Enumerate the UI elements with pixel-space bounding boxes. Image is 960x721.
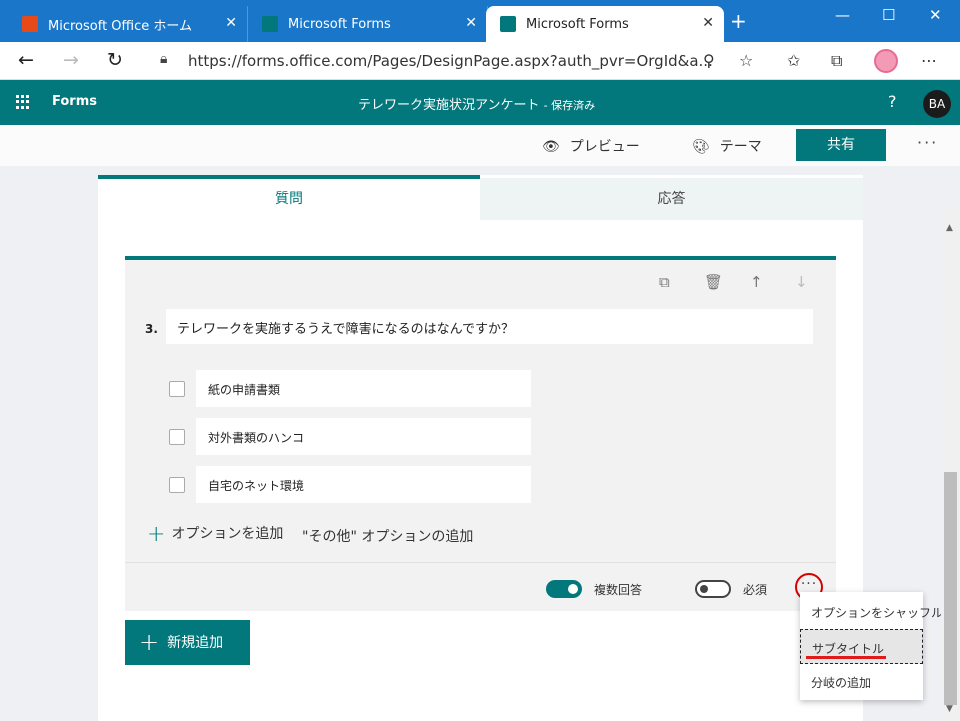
- palette-icon: 🎨︎: [692, 139, 710, 155]
- refresh-icon[interactable]: ↻: [107, 49, 123, 71]
- app-name[interactable]: Forms: [52, 94, 97, 109]
- preview-button[interactable]: 👁︎ プレビュー: [542, 136, 640, 156]
- option-row: 対外書類のハンコ: [169, 418, 531, 455]
- maximize-button[interactable]: ☐: [882, 6, 895, 24]
- tab-responses[interactable]: 応答: [480, 178, 863, 220]
- url-field[interactable]: 🔒︎ https://forms.office.com/Pages/Design…: [146, 45, 768, 77]
- browser-tab-bar: Microsoft Office ホーム ✕ Microsoft Forms ✕…: [0, 0, 960, 42]
- help-icon[interactable]: ?: [888, 92, 897, 111]
- back-arrow-icon[interactable]: ←: [18, 49, 34, 71]
- scroll-up-icon[interactable]: ▲: [946, 223, 953, 233]
- question-options-menu: オプションをシャッフル サブタイトル 分岐の追加: [800, 592, 943, 700]
- theme-button[interactable]: 🎨︎ テーマ: [692, 136, 762, 156]
- option-row: 自宅のネット環境: [169, 466, 531, 503]
- app-launcher-icon[interactable]: [16, 95, 30, 109]
- minimize-button[interactable]: —: [835, 6, 850, 24]
- multiple-answers-label: 複数回答: [594, 583, 643, 597]
- tab-title: Microsoft Forms: [526, 16, 629, 32]
- menu-item-add-branching[interactable]: 分岐の追加: [800, 664, 923, 699]
- option-checkbox[interactable]: [169, 477, 185, 493]
- plus-icon: +: [147, 522, 166, 547]
- question-text-input[interactable]: テレワークを実施するうえで障害になるのはなんですか？: [166, 309, 813, 344]
- forms-icon: [262, 16, 278, 32]
- scroll-thumb[interactable]: [944, 472, 957, 705]
- add-option-button[interactable]: + オプションを追加: [147, 522, 283, 547]
- collections-icon[interactable]: ⧉: [831, 51, 842, 71]
- plus-icon: +: [139, 628, 160, 656]
- command-bar: 👁︎ プレビュー 🎨︎ テーマ 共有 ···: [0, 125, 960, 166]
- question-footer: 複数回答 必須 ···: [125, 562, 836, 611]
- add-option-label: オプションを追加: [171, 526, 284, 542]
- required-toggle[interactable]: [695, 580, 731, 598]
- url-text[interactable]: https://forms.office.com/Pages/DesignPag…: [188, 52, 713, 70]
- form-title: テレワーク実施状況アンケート - 保存済み: [358, 94, 595, 113]
- browser-tab-forms[interactable]: Microsoft Forms ✕: [248, 6, 488, 42]
- option-row: 紙の申請書類: [169, 370, 531, 407]
- copy-icon[interactable]: ⧉: [659, 273, 670, 291]
- favorite-star-icon[interactable]: ☆: [739, 51, 753, 70]
- close-icon[interactable]: ✕: [225, 15, 237, 31]
- tab-title: Microsoft Forms: [288, 16, 391, 32]
- option-checkbox[interactable]: [169, 381, 185, 397]
- close-icon[interactable]: ✕: [465, 15, 477, 31]
- user-avatar[interactable]: BA: [923, 90, 951, 118]
- menu-item-shuffle-options[interactable]: オプションをシャッフル: [800, 594, 943, 629]
- share-button[interactable]: 共有: [796, 129, 886, 161]
- browser-tab-office-home[interactable]: Microsoft Office ホーム ✕: [8, 6, 248, 42]
- theme-label: テーマ: [719, 139, 762, 155]
- move-up-icon[interactable]: ↑: [750, 273, 763, 291]
- option-checkbox[interactable]: [169, 429, 185, 445]
- lock-icon: 🔒︎: [160, 51, 168, 67]
- tab-title: Microsoft Office ホーム: [48, 18, 192, 34]
- question-card: ⧉ 🗑︎ ↑ ↓ 3. テレワークを実施するうえで障害になるのはなんですか？ 紙…: [125, 256, 836, 611]
- forward-arrow-icon[interactable]: →: [63, 49, 79, 71]
- option-input[interactable]: 対外書類のハンコ: [196, 418, 531, 455]
- more-options-icon[interactable]: ···: [917, 133, 938, 152]
- eye-icon: 👁︎: [542, 139, 560, 155]
- add-new-label: 新規追加: [167, 635, 224, 651]
- add-new-question-button[interactable]: + 新規追加: [125, 620, 250, 665]
- question-number: 3.: [145, 322, 158, 336]
- highlight-underline: [806, 656, 886, 659]
- address-bar: ← → ↻ 🔒︎ https://forms.office.com/Pages/…: [0, 42, 960, 80]
- required-label: 必須: [743, 583, 768, 597]
- window-close-button[interactable]: ✕: [929, 6, 942, 24]
- office-icon: [22, 16, 38, 32]
- zoom-icon[interactable]: ⚲: [703, 51, 715, 70]
- vertical-scrollbar[interactable]: ▲ ▼: [941, 210, 960, 721]
- forms-header: Forms テレワーク実施状況アンケート - 保存済み ? BA: [0, 80, 960, 125]
- browser-tab-forms-active[interactable]: Microsoft Forms ✕: [486, 6, 724, 42]
- delete-icon[interactable]: 🗑︎: [704, 273, 723, 291]
- option-input[interactable]: 紙の申請書類: [196, 370, 531, 407]
- forms-icon: [500, 16, 516, 32]
- profile-avatar-icon[interactable]: [874, 49, 898, 73]
- multiple-answers-toggle[interactable]: [546, 580, 582, 598]
- add-other-option-button[interactable]: "その他" オプションの追加: [302, 526, 473, 546]
- scroll-down-icon[interactable]: ▼: [946, 704, 953, 714]
- settings-more-icon[interactable]: ⋯: [921, 51, 937, 70]
- preview-label: プレビュー: [569, 139, 640, 155]
- close-icon[interactable]: ✕: [702, 15, 714, 31]
- tab-questions[interactable]: 質問: [98, 175, 480, 220]
- form-title-text: テレワーク実施状況アンケート: [358, 98, 540, 113]
- new-tab-button[interactable]: +: [730, 11, 747, 31]
- move-down-icon[interactable]: ↓: [795, 273, 808, 291]
- save-status: - 保存済み: [543, 99, 596, 112]
- option-input[interactable]: 自宅のネット環境: [196, 466, 531, 503]
- favorites-list-icon[interactable]: ✩: [787, 51, 800, 70]
